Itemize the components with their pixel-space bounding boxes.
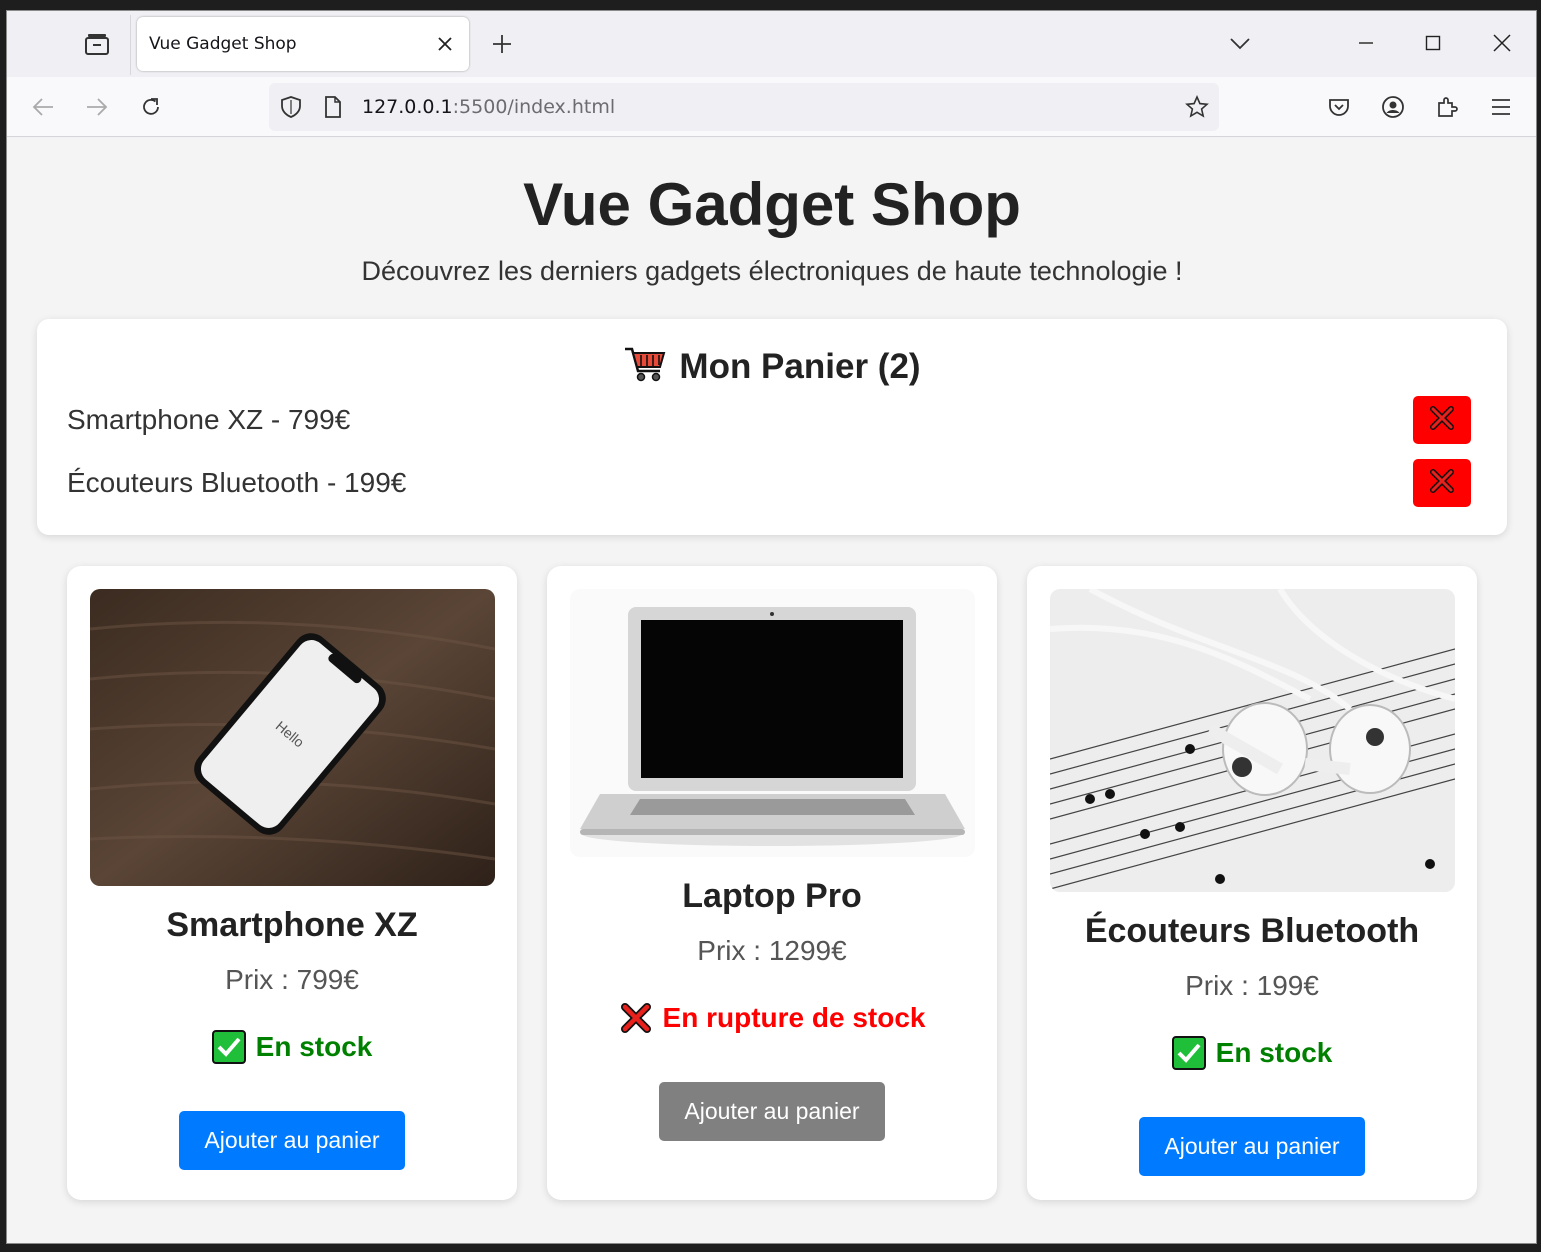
page-title: Vue Gadget Shop — [523, 171, 1021, 238]
pocket-icon[interactable] — [1323, 91, 1355, 123]
minimize-icon[interactable] — [1348, 25, 1384, 61]
close-tab-icon[interactable] — [433, 32, 457, 56]
shield-icon[interactable] — [279, 95, 303, 124]
add-to-cart-button[interactable]: Ajouter au panier — [659, 1082, 885, 1141]
add-to-cart-button[interactable]: Ajouter au panier — [1139, 1117, 1365, 1176]
product-name: Laptop Pro — [682, 877, 862, 915]
product-image-earphones — [1050, 589, 1455, 892]
bookmark-star-icon[interactable] — [1185, 95, 1209, 124]
tab-separator — [130, 15, 131, 75]
stock-status-label: En stock — [255, 1031, 373, 1062]
close-window-icon[interactable] — [1484, 25, 1520, 61]
tab-active[interactable]: Vue Gadget Shop — [137, 17, 469, 71]
cross-mark-icon — [1429, 405, 1455, 436]
browser-window: Vue Gadget Shop 127.0.0.1:5500/index.htm… — [6, 10, 1537, 1244]
chevron-down-icon[interactable] — [1225, 29, 1255, 59]
firefox-view-icon[interactable] — [81, 29, 113, 61]
cart-item: Écouteurs Bluetooth - 199€ — [67, 459, 1471, 507]
stock-status: En stock — [1027, 1036, 1477, 1070]
product-price: Prix : 1299€ — [697, 935, 847, 966]
url-bar[interactable]: 127.0.0.1:5500/index.html — [269, 83, 1219, 131]
cart-header: Mon Panier (2) — [37, 345, 1507, 388]
cart-item-label: Smartphone XZ - 799€ — [67, 404, 351, 435]
product-name: Écouteurs Bluetooth — [1084, 912, 1420, 950]
new-tab-icon[interactable] — [487, 29, 517, 59]
product-image-smartphone: Hello — [90, 589, 495, 886]
add-to-cart-button[interactable]: Ajouter au panier — [179, 1111, 405, 1170]
page-icon — [323, 95, 343, 124]
cart-item-label: Écouteurs Bluetooth - 199€ — [67, 467, 407, 498]
url-text[interactable]: 127.0.0.1:5500/index.html — [362, 96, 615, 118]
product-price: Prix : 199€ — [1185, 970, 1319, 1001]
stock-status-label: En rupture de stock — [662, 1002, 926, 1033]
shopping-cart-icon — [623, 345, 667, 388]
product-image-laptop — [570, 589, 975, 857]
product-card: Laptop Pro Prix : 1299€ En rupture de st… — [547, 566, 997, 1200]
product-name: Smartphone XZ — [166, 906, 418, 944]
maximize-icon[interactable] — [1415, 25, 1451, 61]
tab-title: Vue Gadget Shop — [149, 34, 297, 54]
cross-mark-icon — [1429, 468, 1455, 499]
forward-arrow-icon[interactable] — [81, 91, 113, 123]
check-mark-icon — [211, 1030, 246, 1064]
hamburger-menu-icon[interactable] — [1485, 91, 1517, 123]
cart-title: Mon Panier (2) — [679, 346, 921, 386]
page-content: Vue Gadget Shop Découvrez les derniers g… — [7, 138, 1536, 1243]
navigation-bar: 127.0.0.1:5500/index.html — [7, 77, 1536, 137]
reload-icon[interactable] — [135, 91, 167, 123]
url-path: :5500/index.html — [452, 96, 616, 118]
url-host: 127.0.0.1 — [362, 96, 453, 118]
stock-status-label: En stock — [1215, 1037, 1333, 1068]
page-subtitle: Découvrez les derniers gadgets électroni… — [361, 256, 1183, 286]
product-price: Prix : 799€ — [225, 964, 359, 995]
cart-item: Smartphone XZ - 799€ — [67, 396, 1471, 444]
tab-strip: Vue Gadget Shop — [7, 11, 1536, 77]
stock-status: En rupture de stock — [547, 1001, 997, 1035]
cross-mark-icon — [619, 1001, 653, 1035]
cart-panel: Mon Panier (2) Smartphone XZ - 799€ Écou… — [37, 319, 1507, 535]
check-mark-icon — [1171, 1036, 1206, 1070]
product-card: Hello Smartphone XZ Prix : 799€ En stock… — [67, 566, 517, 1200]
extensions-icon[interactable] — [1431, 91, 1463, 123]
remove-item-button[interactable] — [1413, 459, 1471, 507]
stock-status: En stock — [67, 1030, 517, 1064]
account-icon[interactable] — [1377, 91, 1409, 123]
product-card: Écouteurs Bluetooth Prix : 199€ En stock… — [1027, 566, 1477, 1200]
back-arrow-icon[interactable] — [27, 91, 59, 123]
remove-item-button[interactable] — [1413, 396, 1471, 444]
